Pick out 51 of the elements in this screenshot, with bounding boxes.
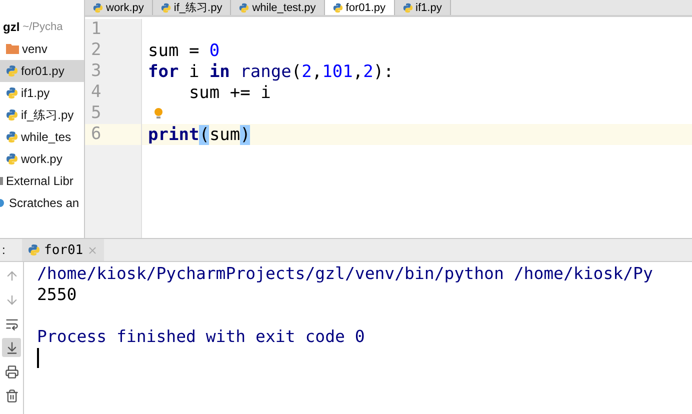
line-number: 1 xyxy=(90,19,102,40)
editor-tab[interactable]: for01.py xyxy=(324,0,395,15)
print-icon xyxy=(4,364,18,378)
lightbulb-icon[interactable] xyxy=(154,108,163,119)
code-line: sum = 0 xyxy=(148,40,220,60)
line-number: 4 xyxy=(90,82,102,103)
code-line: sum += i xyxy=(188,82,271,102)
project-tree-item[interactable]: External Libr xyxy=(0,170,84,192)
trash-icon xyxy=(4,388,18,402)
scroll-to-end-button[interactable] xyxy=(2,338,21,357)
line-number: 2 xyxy=(90,40,102,61)
python-file-icon xyxy=(6,153,18,165)
python-file-icon xyxy=(402,2,413,12)
run-tab[interactable]: for01 xyxy=(22,239,104,261)
project-path: ~/Pycha xyxy=(22,21,63,33)
python-file-icon xyxy=(160,2,171,12)
library-icon xyxy=(0,177,3,185)
editor-tab[interactable]: while_test.py xyxy=(231,0,325,15)
editor-tab[interactable]: if1.py xyxy=(394,0,451,15)
wrap-icon xyxy=(4,316,18,330)
project-tree-item[interactable]: work.py xyxy=(0,148,84,170)
python-file-icon xyxy=(28,244,40,256)
scratches-icon xyxy=(0,199,6,207)
project-tree-item[interactable]: venv xyxy=(0,38,84,60)
python-file-icon xyxy=(6,65,18,77)
line-number: 5 xyxy=(90,103,102,124)
project-tree-item[interactable]: Scratches an xyxy=(0,192,84,214)
python-file-icon xyxy=(332,2,343,12)
editor-tab[interactable]: if_练习.py xyxy=(152,0,232,15)
code-line: print(sum) xyxy=(148,124,250,144)
python-file-icon xyxy=(6,109,18,121)
text-cursor xyxy=(37,348,39,368)
project-name[interactable]: gzl xyxy=(3,20,20,34)
project-tree-item[interactable]: if_练习.py xyxy=(0,104,84,126)
project-tree-item[interactable]: for01.py xyxy=(0,60,84,82)
console-line: 2550 xyxy=(37,285,78,306)
editor-tab[interactable]: work.py xyxy=(85,0,153,15)
python-file-icon xyxy=(93,2,103,12)
run-label: : xyxy=(1,243,6,257)
folder-icon xyxy=(6,44,19,54)
scroll-to-end-icon xyxy=(4,340,18,354)
project-tree-item[interactable]: if1.py xyxy=(0,82,84,104)
console-line: Process finished with exit code 0 xyxy=(37,327,366,348)
code-line: for i in range(2,101,2): xyxy=(148,62,394,82)
line-number: 3 xyxy=(90,61,102,82)
line-number: 6 xyxy=(85,124,141,145)
python-file-icon xyxy=(6,131,18,143)
project-tree-item[interactable]: while_tes xyxy=(0,126,84,148)
python-file-icon xyxy=(239,2,250,12)
python-file-icon xyxy=(6,87,18,99)
console-line: /home/kiosk/PycharmProjects/gzl/venv/bin/python /home/kiosk/Py xyxy=(37,264,654,285)
